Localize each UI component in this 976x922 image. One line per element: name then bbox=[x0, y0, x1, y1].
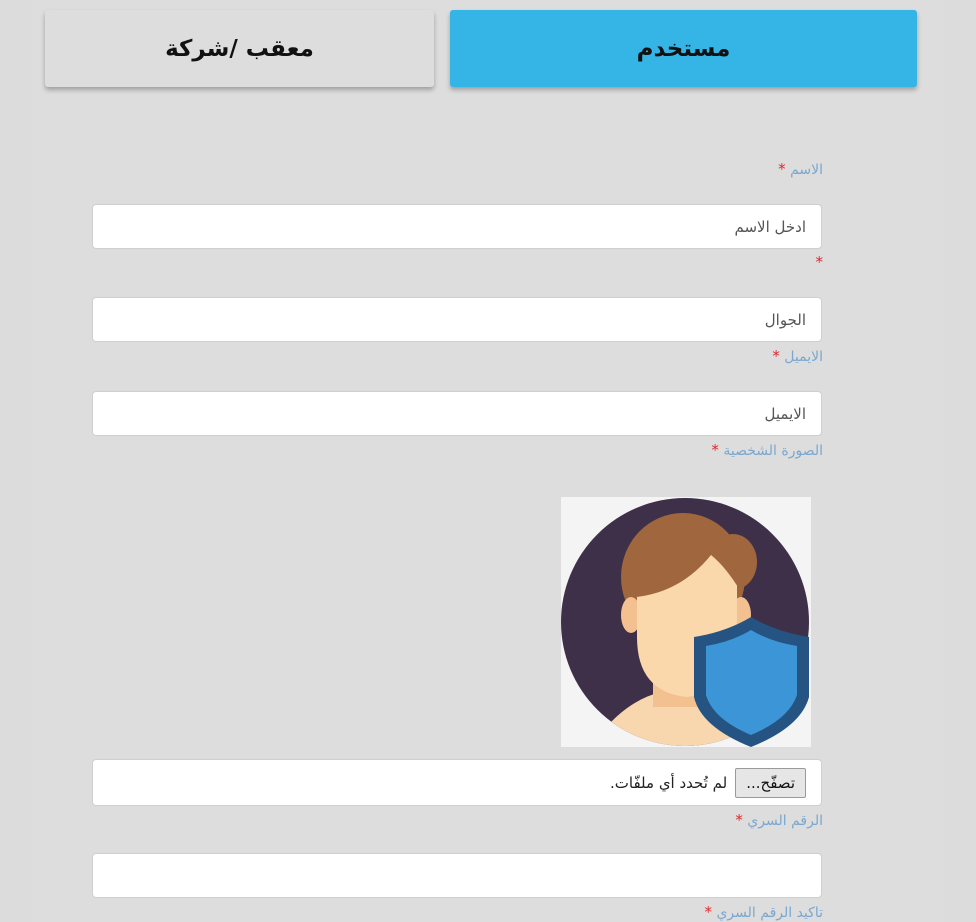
required-mark: * bbox=[778, 160, 786, 178]
email-label-text: الايميل bbox=[784, 349, 823, 365]
password-label: الرقم السري * bbox=[735, 811, 823, 829]
required-mark: * bbox=[772, 347, 780, 365]
name-label: الاسم * bbox=[778, 160, 823, 178]
photo-label: الصورة الشخصية * bbox=[711, 441, 823, 459]
email-input[interactable] bbox=[92, 391, 822, 436]
name-label-text: الاسم bbox=[790, 162, 823, 178]
photo-label-text: الصورة الشخصية bbox=[723, 443, 823, 459]
avatar-preview bbox=[561, 497, 811, 747]
tab-user[interactable]: مستخدم bbox=[450, 10, 917, 87]
confirm-password-label: تاكيد الرقم السري * bbox=[705, 903, 823, 921]
mobile-input[interactable] bbox=[92, 297, 822, 342]
file-status-text: لم تُحدد أي ملفّات. bbox=[610, 773, 728, 792]
password-label-text: الرقم السري bbox=[747, 813, 823, 829]
user-shield-avatar-icon bbox=[561, 498, 809, 747]
required-mark: * bbox=[735, 811, 743, 829]
password-input[interactable] bbox=[92, 853, 822, 898]
mobile-label: * bbox=[816, 253, 824, 271]
browse-button[interactable]: تصفّح... bbox=[735, 767, 806, 798]
photo-file-input[interactable]: تصفّح... لم تُحدد أي ملفّات. bbox=[92, 759, 822, 806]
email-label: الايميل * bbox=[772, 347, 823, 365]
name-input[interactable] bbox=[92, 204, 822, 249]
tab-company[interactable]: معقب /شركة bbox=[45, 10, 434, 87]
confirm-password-label-text: تاكيد الرقم السري bbox=[716, 905, 823, 921]
required-mark: * bbox=[711, 441, 719, 459]
required-mark: * bbox=[704, 903, 713, 921]
required-mark: * bbox=[815, 253, 824, 271]
